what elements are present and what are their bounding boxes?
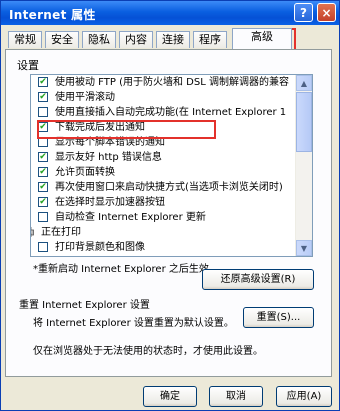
- checkbox[interactable]: ✔: [38, 92, 48, 102]
- help-icon: ?: [300, 5, 307, 20]
- internet-options-window: Internet 属性 ? × 常规 安全 隐私 内容 连接 程序 高级 设置 …: [0, 0, 340, 411]
- close-icon: ×: [321, 5, 332, 20]
- reset-button[interactable]: 重置(S)...: [243, 307, 314, 328]
- list-item[interactable]: ✔ 再次使用窗口来启动快捷方式(当选项卡浏览关闭时): [31, 180, 295, 195]
- tab-content[interactable]: 内容: [119, 31, 153, 48]
- category-printing: 正在打印: [31, 225, 281, 240]
- chevron-down-icon: ▼: [300, 243, 308, 253]
- chevron-up-icon: ▲: [300, 78, 308, 88]
- checkbox[interactable]: [38, 242, 48, 252]
- broken-state-note: 仅在浏览器处于无法使用的状态时，才使用此设置。: [33, 346, 263, 357]
- scroll-down-button[interactable]: ▼: [296, 240, 312, 256]
- checkbox[interactable]: ✔: [38, 197, 48, 207]
- list-item[interactable]: 使用直接插入自动完成功能(在 Internet Explorer 1: [31, 105, 295, 120]
- checkbox[interactable]: ✔: [38, 152, 48, 162]
- tab-privacy[interactable]: 隐私: [82, 31, 116, 48]
- list-item[interactable]: ✔ 在选择时显示加速器按钮: [31, 195, 295, 210]
- vertical-scrollbar[interactable]: ▲ ▼: [295, 75, 312, 256]
- window-title: Internet 属性: [9, 8, 96, 22]
- ok-button[interactable]: 确定: [143, 386, 197, 407]
- list-item[interactable]: ✔ 允许页面转换: [31, 165, 295, 180]
- list-item[interactable]: 自动检查 Internet Explorer 更新: [31, 210, 295, 225]
- restart-note: *重新启动 Internet Explorer 之后生效: [33, 264, 209, 275]
- reset-group-label: 重置 Internet Explorer 设置: [19, 300, 150, 311]
- cancel-button[interactable]: 取消: [209, 386, 263, 407]
- reset-description: 将 Internet Explorer 设置重置为默认设置。: [33, 318, 234, 329]
- restore-advanced-button[interactable]: 还原高级设置(R): [202, 269, 314, 290]
- tab-advanced[interactable]: 高级: [232, 28, 292, 49]
- highlight-script-error-item: [37, 120, 216, 139]
- printer-icon: [31, 227, 34, 237]
- checkbox[interactable]: ✔: [38, 182, 48, 192]
- help-button[interactable]: ?: [294, 3, 313, 22]
- list-item[interactable]: 打印背景颜色和图像: [31, 240, 295, 255]
- checkbox[interactable]: [38, 212, 48, 222]
- list-item[interactable]: ✔ 使用平滑滚动: [31, 90, 295, 105]
- tab-security[interactable]: 安全: [45, 31, 79, 48]
- apply-button[interactable]: 应用(A): [276, 386, 332, 407]
- checkbox[interactable]: [38, 107, 48, 117]
- titlebar: Internet 属性 ? ×: [1, 1, 339, 25]
- list-item[interactable]: ✔ 显示友好 http 错误信息: [31, 150, 295, 165]
- close-button[interactable]: ×: [317, 3, 336, 22]
- tab-connections[interactable]: 连接: [156, 31, 190, 48]
- tab-programs[interactable]: 程序: [193, 31, 227, 48]
- checkbox[interactable]: ✔: [38, 77, 48, 87]
- settings-list[interactable]: ✔ 使用被动 FTP (用于防火墙和 DSL 调制解调器的兼容 ✔ 使用平滑滚动 使…: [30, 74, 313, 257]
- scroll-thumb[interactable]: [296, 92, 312, 152]
- settings-label: 设置: [17, 59, 39, 72]
- list-item[interactable]: ✔ 使用被动 FTP (用于防火墙和 DSL 调制解调器的兼容: [31, 75, 295, 90]
- checkbox[interactable]: ✔: [38, 167, 48, 177]
- tab-general[interactable]: 常规: [8, 31, 42, 48]
- scroll-up-button[interactable]: ▲: [296, 75, 312, 91]
